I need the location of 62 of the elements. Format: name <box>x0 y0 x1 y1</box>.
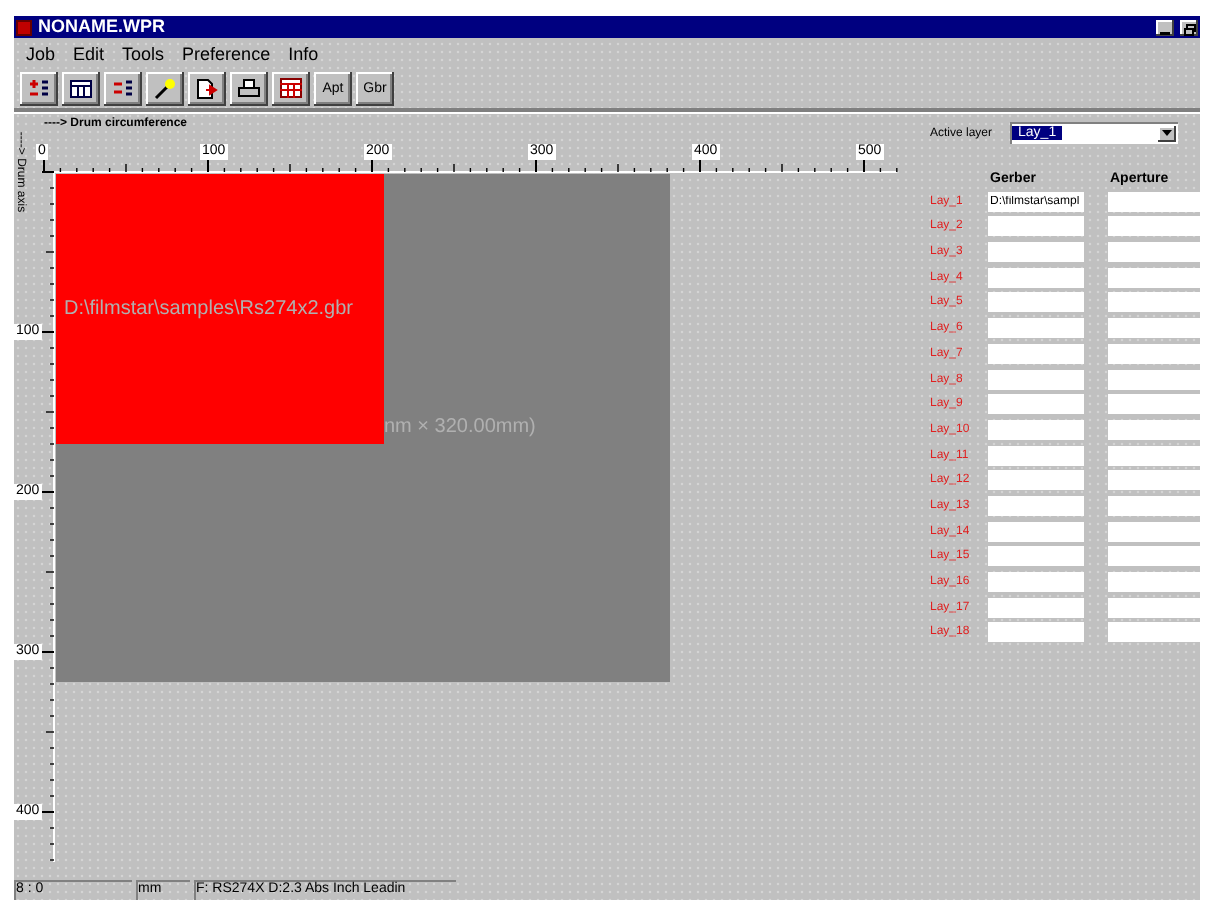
menu-item[interactable]: Edit <box>73 43 105 63</box>
wand-icon <box>154 77 176 99</box>
toolbar-button[interactable] <box>272 71 310 105</box>
toolbar-button[interactable] <box>188 71 226 105</box>
aperture-field[interactable] <box>1108 495 1200 516</box>
restore-button[interactable] <box>1180 19 1198 35</box>
gerber-field[interactable] <box>988 267 1084 288</box>
gerber-field[interactable] <box>988 470 1084 491</box>
printer-icon <box>238 78 260 98</box>
aperture-field[interactable] <box>1108 419 1200 440</box>
restore-icon <box>1183 23 1195 35</box>
minimize-button[interactable] <box>1156 19 1174 35</box>
gerber-field[interactable] <box>988 419 1084 440</box>
minimize-icon <box>1160 29 1170 35</box>
layers-icon <box>28 78 50 98</box>
gerber-field[interactable] <box>988 445 1084 466</box>
gerber-field[interactable] <box>988 292 1084 313</box>
caret-icon <box>1158 125 1177 141</box>
toolbar-button[interactable] <box>146 71 184 105</box>
gerber-field[interactable] <box>988 216 1084 237</box>
gerber-field[interactable] <box>988 622 1084 643</box>
aperture-field[interactable] <box>1108 572 1200 592</box>
file-path-label: D:\filmstar\samples\Rs274x2.gbr <box>64 298 353 320</box>
aperture-field[interactable] <box>1108 622 1200 643</box>
gerber-field[interactable] <box>988 343 1084 364</box>
page-arrow-icon <box>196 77 218 99</box>
aperture-field[interactable] <box>1108 597 1200 618</box>
toolbar-button[interactable] <box>62 71 100 105</box>
gerber-field[interactable] <box>988 369 1084 389</box>
window-title: NONAME.WPR <box>38 16 167 38</box>
toolbar-button[interactable] <box>230 71 268 105</box>
aperture-field[interactable] <box>1108 546 1200 567</box>
gerber-field[interactable] <box>988 546 1084 567</box>
gerber-field[interactable] <box>988 597 1084 618</box>
gerber-field[interactable] <box>988 495 1084 516</box>
menu-item[interactable]: Info <box>288 43 319 63</box>
layers-icon <box>112 78 134 98</box>
aperture-field[interactable] <box>1108 292 1200 313</box>
aperture-field[interactable] <box>1108 343 1200 364</box>
menu-item[interactable]: Tools <box>122 43 165 63</box>
gerber-field[interactable] <box>988 318 1084 339</box>
gerber-field[interactable] <box>988 521 1084 542</box>
app-icon <box>16 19 32 35</box>
table-icon <box>70 79 92 97</box>
aperture-field[interactable] <box>1108 267 1200 288</box>
menu-item[interactable]: Job <box>26 43 56 63</box>
toolbar-button[interactable] <box>20 71 58 105</box>
gerber-field[interactable] <box>988 242 1084 263</box>
aperture-field[interactable] <box>1108 242 1200 263</box>
aperture-field[interactable] <box>1108 369 1200 389</box>
aperture-field[interactable] <box>1108 445 1200 466</box>
aperture-field[interactable] <box>1108 521 1200 542</box>
aperture-field[interactable] <box>1108 394 1200 415</box>
gerber-field[interactable] <box>988 394 1084 415</box>
aperture-field[interactable] <box>1108 191 1200 212</box>
aperture-field[interactable] <box>1108 318 1200 339</box>
menu-item[interactable]: Preference <box>182 43 271 63</box>
calendar-icon <box>280 78 302 98</box>
toolbar-button[interactable] <box>104 71 142 105</box>
aperture-field[interactable] <box>1108 216 1200 237</box>
aperture-field[interactable] <box>1108 470 1200 491</box>
gerber-field[interactable] <box>988 572 1084 592</box>
